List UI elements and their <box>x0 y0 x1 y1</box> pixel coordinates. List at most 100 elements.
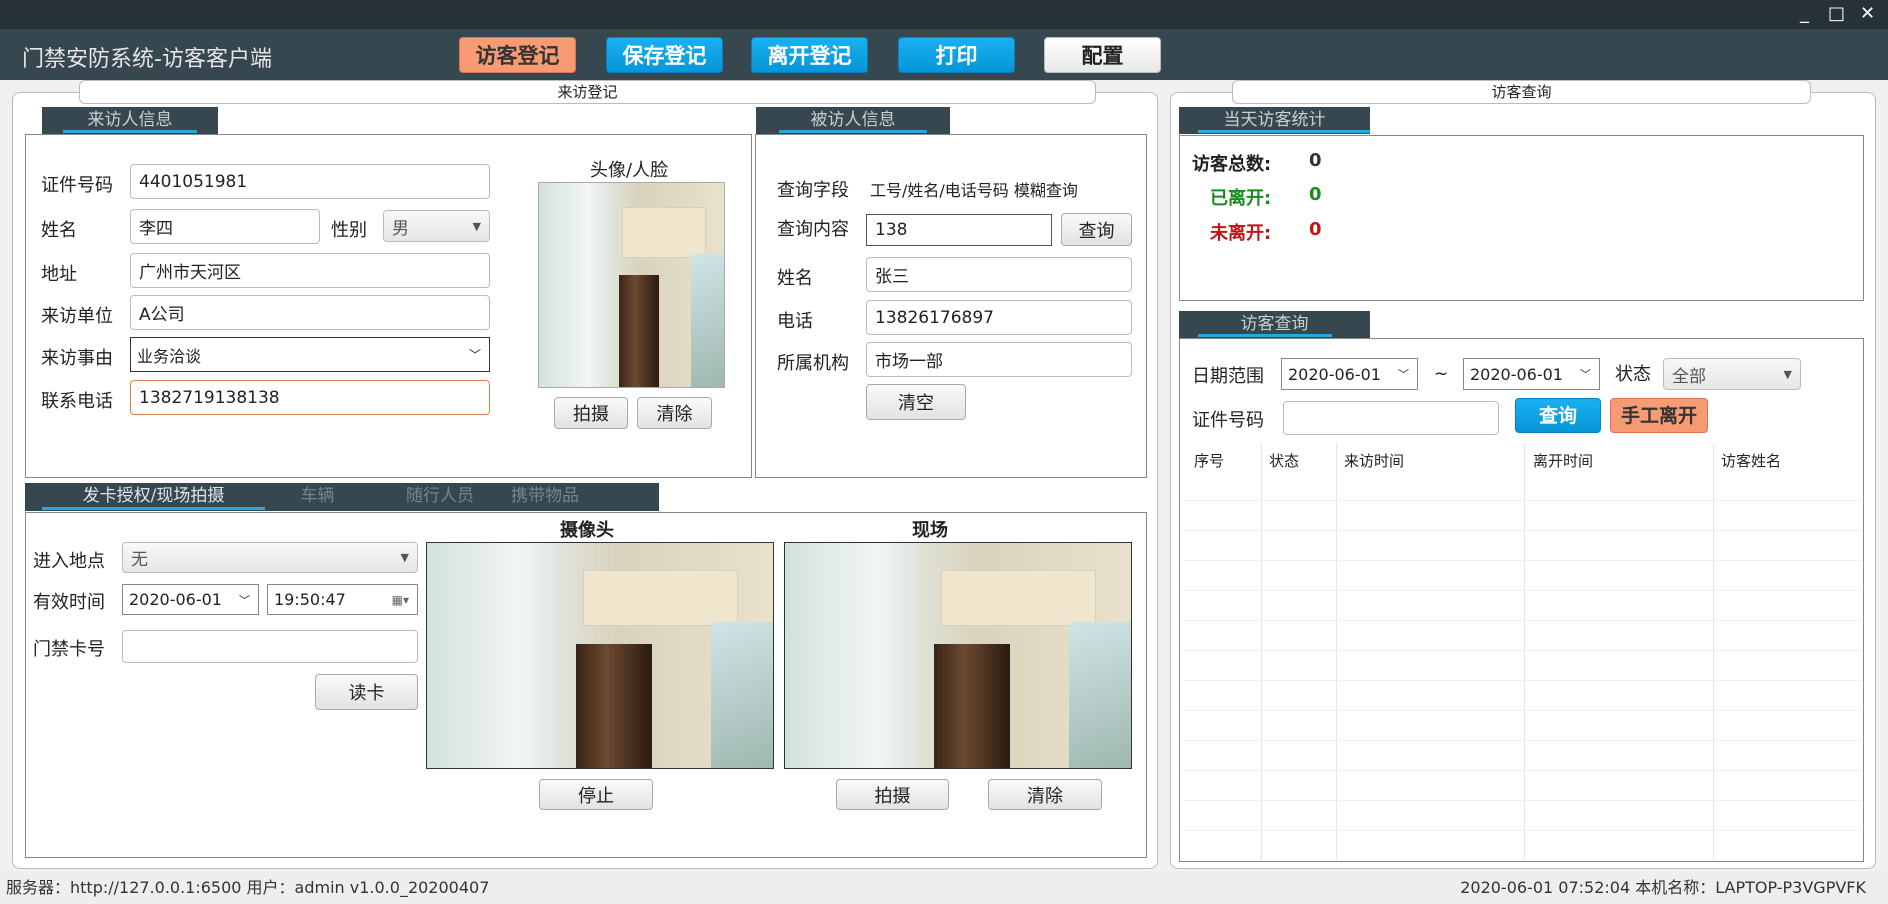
dropdown-arrow-icon: ▼ <box>400 551 409 564</box>
left-label: 已离开: <box>1210 188 1272 209</box>
host-org-input[interactable]: 市场一部 <box>866 342 1132 377</box>
print-button[interactable]: 打印 <box>898 37 1015 73</box>
status-label: 状态 <box>1615 364 1651 385</box>
col-header-status[interactable]: 状态 <box>1269 450 1299 471</box>
valid-date-picker[interactable]: 2020-06-01 ﹀ <box>122 584 259 615</box>
status-select[interactable]: 全部 ▼ <box>1663 358 1801 390</box>
id-label: 证件号码 <box>41 175 113 196</box>
tab-label: 当天访客统计 <box>1223 110 1326 130</box>
host-query-button[interactable]: 查询 <box>1061 213 1132 246</box>
tab-card-auth[interactable]: 发卡授权/现场拍摄 <box>42 483 265 511</box>
gender-select[interactable]: 男 ▼ <box>383 210 490 242</box>
reason-select[interactable]: 业务洽谈 ﹀ <box>130 337 490 372</box>
host-phone-label: 电话 <box>777 311 813 332</box>
phone-input[interactable]: 1382719138138 <box>130 380 490 415</box>
tab-vehicle[interactable]: 车辆 <box>275 483 360 511</box>
face-photo <box>538 182 725 388</box>
host-phone-input[interactable]: 13826176897 <box>866 300 1132 335</box>
total-label: 访客总数: <box>1192 154 1272 175</box>
reason-label: 来访事由 <box>41 348 113 369</box>
read-card-button[interactable]: 读卡 <box>315 674 418 710</box>
col-header-index[interactable]: 序号 <box>1194 450 1224 471</box>
scene-photo <box>784 542 1132 769</box>
tab-underline <box>42 507 265 510</box>
visitor-query-button[interactable]: 查询 <box>1515 398 1601 433</box>
gender-value: 男 <box>392 218 409 239</box>
date-separator: ~ <box>1434 364 1449 384</box>
col-header-visit-time[interactable]: 来访时间 <box>1344 450 1404 471</box>
query-field-label: 查询字段 <box>777 180 849 201</box>
total-value: 0 <box>1309 150 1322 171</box>
location-label: 进入地点 <box>33 551 105 572</box>
scene-clear-button[interactable]: 清除 <box>988 779 1102 810</box>
photo-clear-button[interactable]: 清除 <box>637 397 712 429</box>
tab-label: 访客查询 <box>1240 314 1309 334</box>
name-input[interactable]: 李四 <box>130 209 320 244</box>
card-no-input[interactable] <box>122 630 418 663</box>
host-clear-button[interactable]: 清空 <box>866 384 966 420</box>
calendar-icon: ▦▾ <box>391 592 409 607</box>
maximize-button[interactable]: □ <box>1828 3 1845 24</box>
tab-label: 发卡授权/现场拍摄 <box>82 486 225 506</box>
date-from-picker[interactable]: 2020-06-01 ﹀ <box>1281 358 1418 390</box>
save-register-button[interactable]: 保存登记 <box>606 37 723 73</box>
leave-register-button[interactable]: 离开登记 <box>751 37 868 73</box>
scene-shoot-button[interactable]: 拍摄 <box>836 779 949 810</box>
server-info: 服务器：http://127.0.0.1:6500 用户：admin v1.0.… <box>6 878 490 897</box>
close-button[interactable]: ✕ <box>1860 3 1875 24</box>
tab-host-info[interactable]: 被访人信息 <box>756 107 950 134</box>
name-label: 姓名 <box>41 220 77 241</box>
tab-today-stats[interactable]: 当天访客统计 <box>1179 107 1370 134</box>
tab-companions[interactable]: 随行人员 <box>385 483 495 511</box>
manual-leave-button[interactable]: 手工离开 <box>1610 398 1708 433</box>
not-left-label: 未离开: <box>1210 223 1272 244</box>
query-field-value: 工号/姓名/电话号码 模糊查询 <box>870 181 1078 200</box>
date-range-label: 日期范围 <box>1192 366 1264 387</box>
dropdown-arrow-icon: ▼ <box>472 219 481 233</box>
table-row-divider <box>1182 770 1862 771</box>
valid-time-picker[interactable]: 19:50:47 ▦▾ <box>267 584 418 615</box>
chevron-down-icon: ﹀ <box>1398 368 1409 381</box>
date-to-picker[interactable]: 2020-06-01 ﹀ <box>1463 358 1600 390</box>
company-input[interactable]: A公司 <box>130 295 490 330</box>
title-bar: _ □ ✕ <box>0 0 1888 29</box>
valid-time-label: 有效时间 <box>33 592 105 613</box>
app-title: 门禁安防系统-访客客户端 <box>22 47 272 72</box>
visitor-register-button[interactable]: 访客登记 <box>459 37 576 73</box>
photo-label: 头像/人脸 <box>590 160 669 181</box>
table-row-divider <box>1182 650 1862 651</box>
tab-visitor-info[interactable]: 来访人信息 <box>42 107 218 134</box>
table-row-divider <box>1182 800 1862 801</box>
id-input[interactable]: 4401051981 <box>130 164 490 199</box>
table-row-divider <box>1182 620 1862 621</box>
tab-visitor-query[interactable]: 访客查询 <box>1179 311 1370 338</box>
tab-label: 来访人信息 <box>87 110 173 130</box>
minimize-button[interactable]: _ <box>1800 3 1809 24</box>
not-left-value: 0 <box>1309 219 1322 240</box>
photo-shoot-button[interactable]: 拍摄 <box>554 397 628 429</box>
address-input[interactable]: 广州市天河区 <box>130 253 490 288</box>
valid-date-value: 2020-06-01 <box>129 590 222 609</box>
visitor-query-legend: 访客查询 <box>1232 80 1811 104</box>
location-select[interactable]: 无 ▼ <box>122 542 418 573</box>
table-row-divider <box>1182 830 1862 831</box>
host-name-input[interactable]: 张三 <box>866 257 1132 292</box>
config-button[interactable]: 配置 <box>1044 37 1161 73</box>
date-from-value: 2020-06-01 <box>1288 364 1381 384</box>
chevron-down-icon: ﹀ <box>1580 368 1591 381</box>
query-id-input[interactable] <box>1283 401 1499 435</box>
camera-stop-button[interactable]: 停止 <box>539 779 653 810</box>
tab-underline <box>1198 130 1370 133</box>
chevron-down-icon: ﹀ <box>239 593 250 607</box>
reason-value: 业务洽谈 <box>137 346 202 366</box>
address-label: 地址 <box>41 264 77 285</box>
camera-label: 摄像头 <box>560 520 614 541</box>
chevron-down-icon: ﹀ <box>468 348 481 362</box>
visitor-table: 序号 状态 来访时间 离开时间 访客姓名 <box>1182 443 1862 860</box>
location-value: 无 <box>131 550 148 570</box>
col-header-visitor-name[interactable]: 访客姓名 <box>1721 450 1781 471</box>
tab-belongings[interactable]: 携带物品 <box>490 483 600 511</box>
query-content-input[interactable]: 138 <box>866 214 1052 246</box>
tab-label: 被访人信息 <box>810 110 896 130</box>
col-header-leave-time[interactable]: 离开时间 <box>1533 450 1593 471</box>
